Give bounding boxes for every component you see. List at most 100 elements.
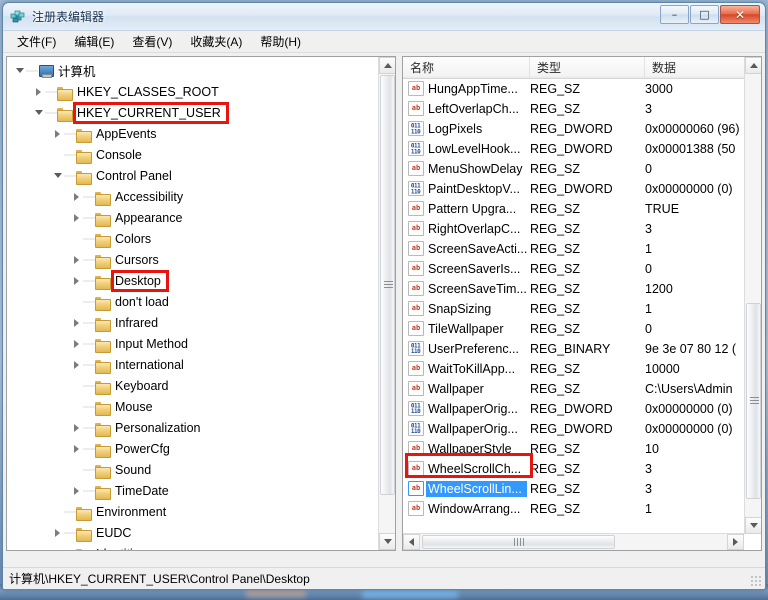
chevron-down-icon[interactable] (13, 60, 26, 81)
tree-node[interactable]: don't load (7, 291, 378, 312)
value-row[interactable]: ab WallpaperStyle REG_SZ 10 (403, 439, 744, 459)
menu-item-1[interactable]: 编辑(E) (65, 31, 123, 52)
menu-item-4[interactable]: 帮助(H) (251, 31, 310, 52)
chevron-right-icon[interactable] (70, 270, 83, 291)
tree-node[interactable]: Keyboard (7, 375, 378, 396)
tree-node[interactable]: Input Method (7, 333, 378, 354)
chevron-down-icon[interactable] (32, 102, 45, 123)
tree-node[interactable]: Console (7, 144, 378, 165)
value-name: LogPixels (428, 122, 483, 136)
value-row[interactable]: ab MenuShowDelay REG_SZ 0 (403, 159, 744, 179)
tree-node-label: International (115, 357, 184, 372)
chevron-right-icon[interactable] (70, 333, 83, 354)
list-scroll-right-button[interactable] (727, 534, 744, 550)
value-data: 3000 (645, 82, 673, 96)
tree-scrollbar-thumb[interactable] (380, 75, 395, 495)
tree-node[interactable]: EUDC (7, 522, 378, 543)
value-row[interactable]: 011 110 WallpaperOrig... REG_DWORD 0x0000000… (403, 399, 744, 419)
list-vertical-scrollbar[interactable] (744, 57, 761, 534)
column-header-data[interactable]: 数据 (645, 57, 744, 78)
value-row[interactable]: ab Pattern Upgra... REG_SZ TRUE (403, 199, 744, 219)
chevron-right-icon[interactable] (51, 123, 64, 144)
value-row[interactable]: ab ScreenSaveTim... REG_SZ 1200 (403, 279, 744, 299)
menu-item-3[interactable]: 收藏夹(A) (181, 31, 251, 52)
tree-scroll-down-button[interactable] (379, 533, 395, 550)
tree-node[interactable]: Environment (7, 501, 378, 522)
value-row[interactable]: ab SnapSizing REG_SZ 1 (403, 299, 744, 319)
value-row[interactable]: ab Wallpaper REG_SZ C:\Users\Admin (403, 379, 744, 399)
value-row[interactable]: 011 110 WallpaperOrig... REG_DWORD 0x0000000… (403, 419, 744, 439)
minimize-button[interactable]: – (660, 5, 689, 24)
tree-node[interactable]: HKEY_CLASSES_ROOT (7, 81, 378, 102)
tree-node[interactable]: Control Panel (7, 165, 378, 186)
value-row-selected[interactable]: ab WheelScrollLin... REG_SZ 3 (403, 479, 744, 499)
tree-node[interactable]: Colors (7, 228, 378, 249)
chevron-right-icon[interactable] (70, 312, 83, 333)
tree-node[interactable]: Desktop (7, 269, 378, 292)
value-row[interactable]: ab ScreenSaverIs... REG_SZ 0 (403, 259, 744, 279)
registry-tree[interactable]: 计算机 HKEY_CLASSES_ROOT HKEY_CURRENT_USER App… (7, 57, 378, 550)
chevron-right-icon[interactable] (70, 207, 83, 228)
tree-node[interactable]: Mouse (7, 396, 378, 417)
scrollbar-grip-icon (384, 281, 393, 289)
list-scrollbar-thumb[interactable] (746, 303, 761, 499)
close-button[interactable]: ✕ (720, 5, 760, 24)
folder-icon (95, 211, 111, 227)
tree-scroll-up-button[interactable] (379, 57, 395, 74)
tree-vertical-scrollbar[interactable] (378, 57, 395, 550)
tree-node[interactable]: Cursors (7, 249, 378, 270)
tree-node[interactable]: Identities (7, 543, 378, 550)
chevron-right-icon[interactable] (70, 354, 83, 375)
tree-node[interactable]: International (7, 354, 378, 375)
tree-node[interactable]: PowerCfg (7, 438, 378, 459)
tree-node[interactable]: Personalization (7, 417, 378, 438)
tree-leaf-spacer (51, 144, 64, 165)
value-row[interactable]: 011 110 UserPreferenc... REG_BINARY 9e 3e 07… (403, 339, 744, 359)
value-row[interactable]: 011 110 LowLevelHook... REG_DWORD 0x00001388… (403, 139, 744, 159)
tree-node[interactable]: Appearance (7, 207, 378, 228)
list-scroll-down-button[interactable] (745, 517, 761, 534)
chevron-down-icon[interactable] (51, 165, 64, 186)
string-value-icon: ab (408, 321, 424, 336)
value-row[interactable]: ab WaitToKillApp... REG_SZ 10000 (403, 359, 744, 379)
tree-node[interactable]: AppEvents (7, 123, 378, 144)
column-header-name[interactable]: 名称 (403, 57, 530, 78)
values-list[interactable]: ab HungAppTime... REG_SZ 3000 ab LeftOverlapC… (403, 79, 744, 533)
value-row[interactable]: 011 110 LogPixels REG_DWORD 0x00000060 (96) (403, 119, 744, 139)
value-row[interactable]: ab WindowArrang... REG_SZ 1 (403, 499, 744, 519)
value-row[interactable]: ab WheelScrollCh... REG_SZ 3 (403, 459, 744, 479)
list-scroll-up-button[interactable] (745, 57, 761, 74)
chevron-right-icon[interactable] (70, 249, 83, 270)
folder-icon (76, 127, 92, 143)
value-row[interactable]: ab RightOverlapC... REG_SZ 3 (403, 219, 744, 239)
chevron-right-icon[interactable] (70, 417, 83, 438)
value-row[interactable]: 011 110 PaintDesktopV... REG_DWORD 0x0000000… (403, 179, 744, 199)
column-header-type[interactable]: 类型 (530, 57, 645, 78)
menu-item-2[interactable]: 查看(V) (123, 31, 181, 52)
value-row[interactable]: ab TileWallpaper REG_SZ 0 (403, 319, 744, 339)
list-horizontal-scrollbar[interactable] (403, 533, 744, 550)
value-row[interactable]: ab LeftOverlapCh... REG_SZ 3 (403, 99, 744, 119)
tree-leaf-spacer (70, 291, 83, 312)
list-hscrollbar-thumb[interactable] (422, 535, 615, 549)
tree-node[interactable]: Sound (7, 459, 378, 480)
chevron-right-icon[interactable] (70, 480, 83, 501)
tree-connector-line (26, 60, 38, 81)
menu-item-0[interactable]: 文件(F) (8, 31, 65, 52)
value-row[interactable]: ab ScreenSaveActi... REG_SZ 1 (403, 239, 744, 259)
tree-node[interactable]: HKEY_CURRENT_USER (7, 101, 378, 124)
chevron-right-icon[interactable] (70, 186, 83, 207)
tree-node[interactable]: Accessibility (7, 186, 378, 207)
tree-node[interactable]: Infrared (7, 312, 378, 333)
binary-value-icon: 011 110 (408, 121, 424, 136)
tree-node[interactable]: TimeDate (7, 480, 378, 501)
chevron-right-icon[interactable] (32, 81, 45, 102)
value-row[interactable]: ab HungAppTime... REG_SZ 3000 (403, 79, 744, 99)
list-scroll-left-button[interactable] (403, 534, 420, 550)
tree-node[interactable]: 计算机 (7, 60, 378, 81)
resize-grip-icon[interactable] (750, 575, 762, 587)
chevron-right-icon[interactable] (70, 438, 83, 459)
maximize-button[interactable]: □ (690, 5, 719, 24)
chevron-right-icon[interactable] (51, 522, 64, 543)
chevron-right-icon[interactable] (51, 543, 64, 550)
